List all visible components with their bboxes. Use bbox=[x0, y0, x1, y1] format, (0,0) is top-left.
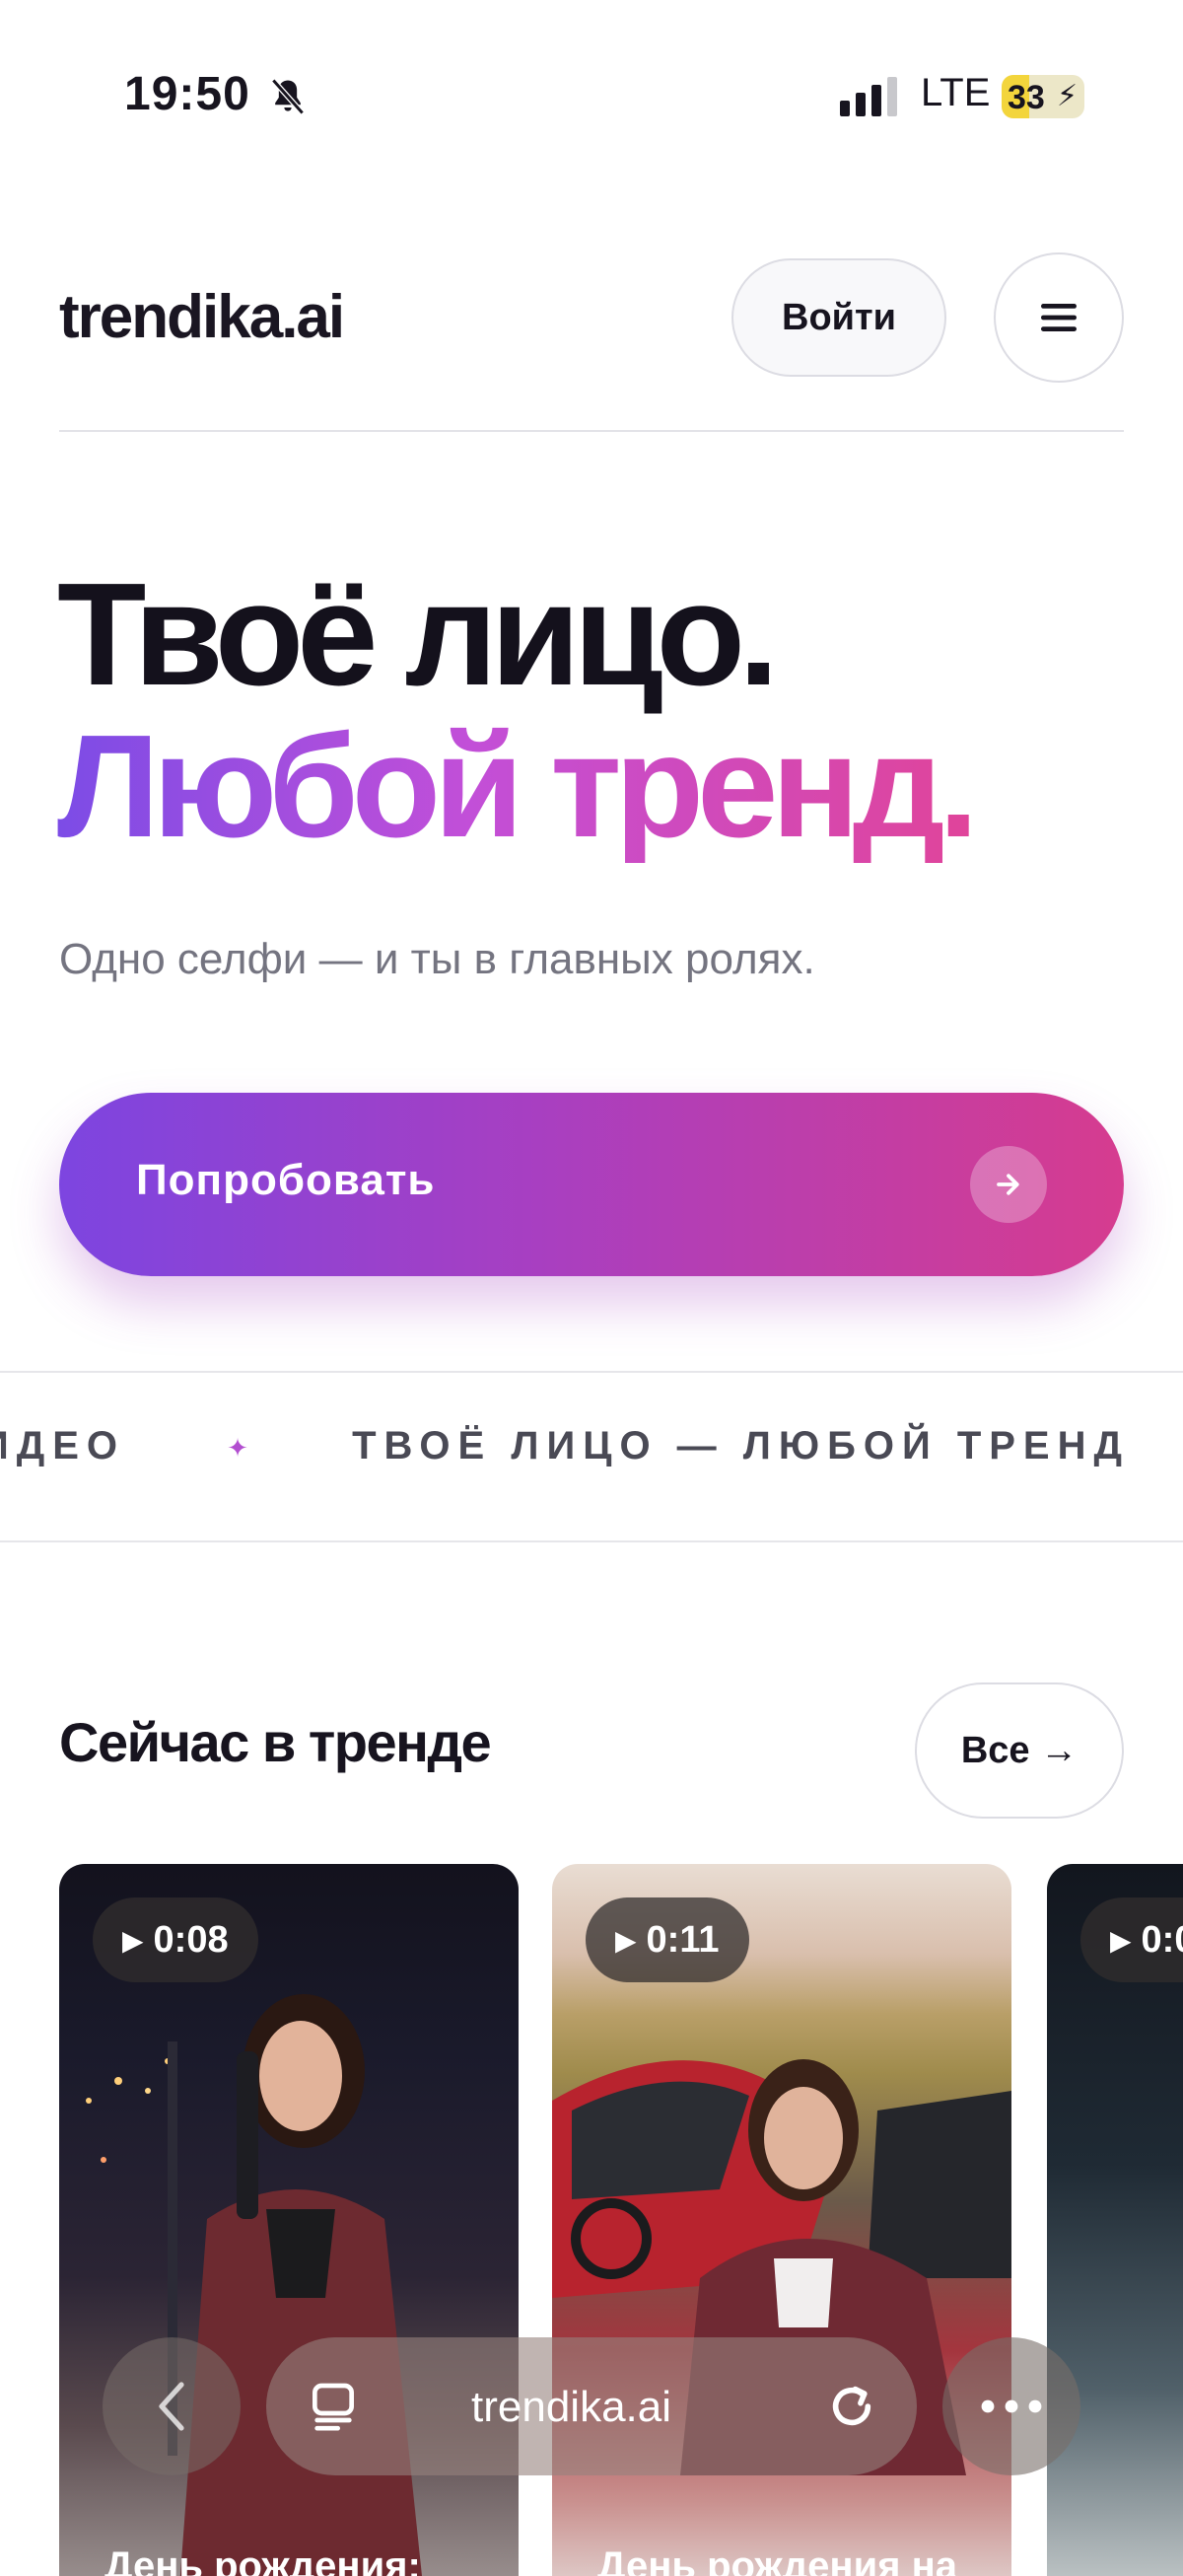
duration-badge: ▶ 0:08 bbox=[93, 1897, 258, 1982]
ticker-item: ИДЕО bbox=[0, 1424, 126, 1467]
reload-icon[interactable] bbox=[824, 2379, 879, 2434]
login-button[interactable]: Войти bbox=[731, 258, 946, 377]
tabs-icon bbox=[313, 2383, 354, 2431]
marquee-row: ИДЕО ✦ ТВОЁ ЛИЦО — ЛЮБОЙ ТРЕНД ✦ bbox=[0, 1424, 1183, 1468]
play-icon: ▶ bbox=[1110, 1924, 1132, 1956]
try-button-label: Попробовать bbox=[136, 1156, 436, 1204]
hero-title-line2: Любой тренд. bbox=[57, 705, 979, 868]
silent-bell-icon bbox=[271, 78, 305, 115]
more-dots-icon bbox=[981, 2399, 1042, 2413]
arrow-right-icon bbox=[970, 1146, 1047, 1223]
marquee-ticker: ИДЕО ✦ ТВОЁ ЛИЦО — ЛЮБОЙ ТРЕНД ✦ bbox=[0, 1371, 1183, 1542]
network-type: LTE bbox=[921, 71, 991, 114]
duration-text: 0:08 bbox=[153, 1918, 229, 1961]
hero-subtitle: Одно селфи — и ты в главных ролях. bbox=[59, 935, 815, 983]
see-all-button[interactable]: Все → bbox=[915, 1682, 1124, 1819]
url-text: trendika.ai bbox=[471, 2383, 672, 2431]
section-title: Сейчас в тренде bbox=[59, 1711, 492, 1773]
card-caption: День рождения: bbox=[104, 2544, 421, 2576]
site-logo[interactable]: trendika.ai bbox=[59, 282, 345, 352]
battery-percent: 33 bbox=[1008, 79, 1045, 116]
battery-icon: 33 ⚡ bbox=[1002, 75, 1084, 118]
trend-card[interactable]: ▶ 0:0 bbox=[1047, 1864, 1183, 2576]
duration-badge: ▶ 0:11 bbox=[586, 1897, 749, 1982]
play-icon: ▶ bbox=[122, 1924, 144, 1956]
try-button[interactable]: Попробовать bbox=[59, 1093, 1124, 1276]
menu-button[interactable] bbox=[994, 252, 1124, 383]
duration-text: 0:11 bbox=[646, 1918, 720, 1961]
sparkle-icon: ✦ bbox=[227, 1432, 256, 1463]
duration-badge: ▶ 0:0 bbox=[1080, 1897, 1183, 1982]
header-divider bbox=[59, 430, 1124, 432]
duration-text: 0:0 bbox=[1141, 1918, 1183, 1961]
card-caption: День рождения на bbox=[597, 2544, 958, 2576]
chevron-left-icon bbox=[159, 2382, 184, 2431]
play-icon: ▶ bbox=[615, 1924, 637, 1956]
address-bar[interactable]: trendika.ai bbox=[266, 2337, 917, 2475]
browser-back-button[interactable] bbox=[103, 2337, 241, 2475]
hamburger-icon bbox=[1041, 304, 1077, 331]
status-time: 19:50 bbox=[124, 68, 250, 120]
signal-icon bbox=[840, 77, 897, 116]
more-options-button[interactable] bbox=[942, 2337, 1080, 2475]
hero-title-line1: Твоё лицо. bbox=[57, 553, 779, 716]
ticker-item: ТВОЁ ЛИЦО — ЛЮБОЙ ТРЕНД bbox=[352, 1424, 1130, 1467]
